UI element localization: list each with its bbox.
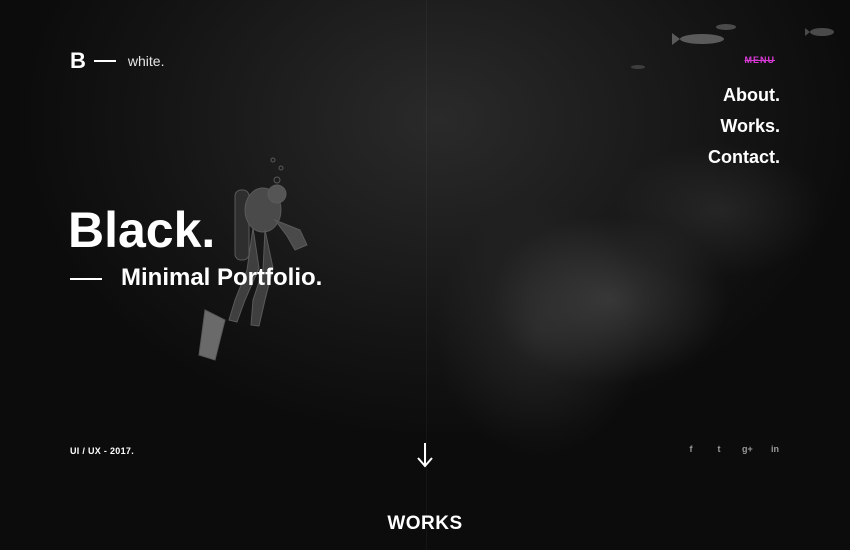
nav-item-contact[interactable]: Contact. (580, 142, 780, 173)
facebook-icon[interactable]: f (686, 444, 696, 454)
google-plus-icon[interactable]: g+ (742, 444, 753, 454)
twitter-icon[interactable]: t (714, 444, 724, 454)
logo-divider (93, 60, 116, 62)
hero-title: Black. (68, 202, 216, 258)
year-label: UI / UX - 2017. (70, 446, 135, 456)
logo-mark: B (70, 48, 86, 73)
hero-subtitle: Minimal Portfolio. (121, 264, 323, 291)
nav-item-about[interactable]: About. (580, 80, 780, 111)
subtitle-divider (70, 278, 102, 280)
menu-button[interactable]: MENU (745, 55, 776, 65)
logo[interactable]: B white. (70, 50, 164, 72)
linkedin-icon[interactable]: in (770, 444, 780, 454)
social-links: f t g+ in (686, 444, 780, 454)
fish-icon (805, 28, 834, 36)
fish-icon (631, 65, 645, 69)
nav-item-works[interactable]: Works. (580, 111, 780, 142)
works-section-title: WORKS (387, 513, 463, 534)
logo-text: white. (127, 53, 165, 69)
fish-icon (716, 24, 736, 30)
main-nav: About. Works. Contact. (580, 80, 780, 173)
scroll-down-arrow-icon[interactable] (415, 440, 435, 470)
